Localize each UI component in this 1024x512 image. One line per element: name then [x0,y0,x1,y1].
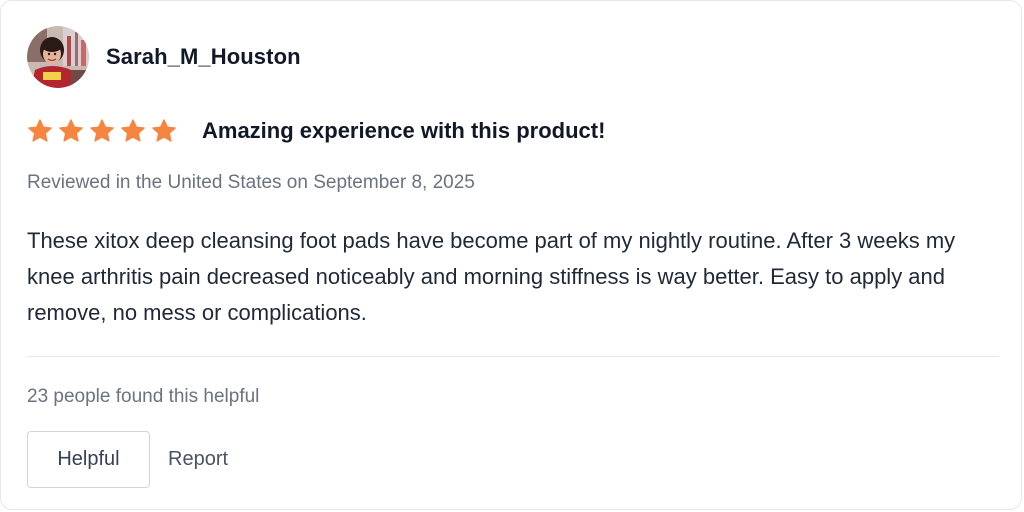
review-author-name[interactable]: Sarah_M_Houston [106,44,301,70]
divider [27,356,999,357]
star-icon [59,119,83,142]
report-button[interactable]: Report [168,448,228,471]
review-header: Sarah_M_Houston [27,26,301,88]
star-icon [152,119,176,142]
review-card: Sarah_M_Houston Amazing experience with … [0,0,1022,510]
review-actions: Helpful Report [27,431,228,488]
review-title: Amazing experience with this product! [202,118,606,143]
star-rating [27,118,182,144]
helpful-count: 23 people found this helpful [27,386,260,407]
star-icon [28,119,52,142]
star-icon [121,119,145,142]
review-body: These xitox deep cleansing foot pads hav… [27,228,956,325]
rating-row: Amazing experience with this product! [27,113,605,149]
star-icon [90,119,114,142]
user-avatar[interactable] [27,26,89,88]
review-meta: Reviewed in the United States on Septemb… [27,172,475,193]
helpful-button[interactable]: Helpful [27,431,150,488]
